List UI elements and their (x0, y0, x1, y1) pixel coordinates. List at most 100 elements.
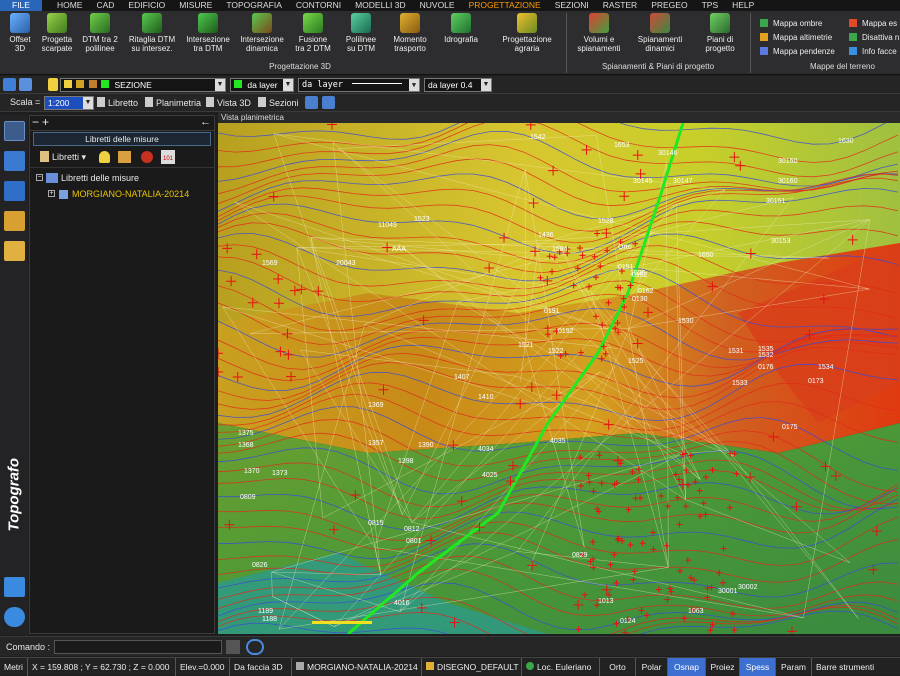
target-icon[interactable] (141, 151, 153, 163)
counter-101-icon[interactable]: 101 (161, 150, 175, 164)
lineweight-select[interactable]: da layer 0.4 ▼ (424, 78, 492, 92)
barre-strumenti-button[interactable]: Barre strumenti (812, 658, 900, 676)
layer-state-icon[interactable] (19, 78, 32, 91)
chevron-down-icon: ▼ (215, 79, 225, 91)
intersezione-tra-dtm-button[interactable]: Intersezionetra DTM (182, 13, 234, 53)
menu-raster[interactable]: RASTER (596, 0, 644, 11)
menu-cad[interactable]: CAD (89, 0, 121, 11)
intersezione-dinamica-button[interactable]: Intersezionedinamica (236, 13, 288, 53)
color-select[interactable]: da layer ▼ (230, 78, 294, 92)
terrain-map[interactable]: 1542301501630165330146301473014530151301… (218, 123, 900, 634)
menu-sezioni[interactable]: SEZIONI (548, 0, 596, 11)
lightbulb-icon[interactable] (48, 78, 58, 91)
panel-add-button[interactable]: + (42, 116, 49, 129)
globe-icon (526, 662, 534, 670)
menu-pregeo[interactable]: PREGEO (644, 0, 694, 11)
blocks-panel-icon[interactable] (4, 241, 25, 261)
piani-icon (710, 13, 730, 33)
tree-expander-icon[interactable]: + (48, 190, 55, 197)
tile-vertical-icon[interactable] (305, 96, 318, 109)
layers-panel-icon[interactable] (4, 181, 25, 201)
lightbulb-icon[interactable] (99, 151, 110, 163)
point-label: 1584 (552, 246, 568, 253)
point-label: 1630 (838, 138, 854, 145)
libretti-dropdown-button[interactable]: Libretti ▾ (40, 151, 86, 163)
brand-label: Topografo (6, 460, 23, 532)
sezioni-icon (258, 97, 266, 107)
tree-child-item[interactable]: + MORGIANO-NATALIA-20214 (30, 187, 214, 203)
point-label: 1410 (478, 394, 494, 401)
point-label: 1533 (732, 380, 748, 387)
osnap-toggle[interactable]: Osnap (668, 658, 706, 676)
da-faccia-3d-status[interactable]: Da faccia 3D (230, 658, 292, 676)
units-status[interactable]: Metri (0, 658, 28, 676)
polar-toggle[interactable]: Polar (636, 658, 668, 676)
panel-collapse-button[interactable]: − (32, 116, 39, 129)
piani-di-progetto-button[interactable]: Piani diprogetto (694, 13, 746, 53)
tile-horizontal-icon[interactable] (322, 96, 335, 109)
command-input[interactable] (54, 640, 222, 654)
menu-contorni[interactable]: CONTORNI (289, 0, 348, 11)
mappa-esposizione-item[interactable]: Mappa es (849, 19, 897, 28)
tree-expander-icon[interactable]: − (36, 174, 43, 181)
info-facce-item[interactable]: Info facce (849, 47, 897, 56)
idrografia-button[interactable]: Idrografia (435, 13, 487, 44)
libretti-panel-icon[interactable] (4, 121, 25, 141)
properties-panel-icon[interactable] (4, 151, 25, 171)
orto-toggle[interactable]: Orto (600, 658, 636, 676)
menu-nuvole[interactable]: NUVOLE (413, 0, 462, 11)
momento-trasporto-button[interactable]: Momentotrasporto (384, 13, 436, 53)
layers-icon[interactable] (3, 78, 16, 91)
settings-gear-icon[interactable] (4, 607, 25, 627)
spess-toggle[interactable]: Spess (740, 658, 776, 676)
point-label: 0124 (620, 618, 636, 625)
menu-file[interactable]: FILE (0, 0, 42, 11)
vista-3d-button[interactable]: Vista 3D (206, 97, 251, 108)
proiez-toggle[interactable]: Proiez (706, 658, 740, 676)
planimetria-icon (145, 97, 153, 107)
disattiva-item[interactable]: Disattiva n (849, 33, 899, 42)
survey-status[interactable]: MORGIANO-NATALIA-20214 (292, 658, 422, 676)
param-toggle[interactable]: Param (776, 658, 812, 676)
dtm-tra-2-polilinee-button[interactable]: DTM tra 2polilinee (74, 13, 126, 53)
menu-progettazione[interactable]: PROGETTAZIONE (462, 0, 548, 11)
menu-tps[interactable]: TPS (695, 0, 726, 11)
menu-misure[interactable]: MISURE (172, 0, 219, 11)
undo-icon[interactable] (246, 639, 264, 655)
mappa-pendenze-item[interactable]: Mappa pendenze (760, 47, 835, 56)
styles-panel-icon[interactable] (4, 211, 25, 231)
point-label: 1373 (272, 470, 288, 477)
menu-help[interactable]: HELP (725, 0, 761, 11)
command-history-icon[interactable] (226, 640, 240, 654)
spianamenti-dinamici-button[interactable]: Spianamentidinamici (632, 13, 688, 53)
loc-euleriano-status[interactable]: Loc. Euleriano (522, 658, 600, 676)
linetype-select[interactable]: da layer ▼ (298, 78, 420, 92)
ritaglia-dtm-button[interactable]: Ritaglia DTMsu intersez. (126, 13, 178, 53)
point-label: 4025 (482, 472, 498, 479)
menu-edificio[interactable]: EDIFICIO (121, 0, 172, 11)
fusione-dtm-button[interactable]: Fusionetra 2 DTM (287, 13, 339, 53)
progettazione-agraria-button[interactable]: Progettazioneagraria (497, 13, 557, 53)
menu-modelli-3d[interactable]: MODELLI 3D (348, 0, 413, 11)
chevron-down-icon: ▼ (83, 97, 93, 109)
building-icon[interactable] (118, 151, 131, 163)
mappa-altimetrie-item[interactable]: Mappa altimetrie (760, 33, 832, 42)
filter-icon[interactable] (4, 577, 25, 597)
volumi-spianamenti-button[interactable]: Volumi espianamenti (571, 13, 627, 53)
elevation-status[interactable]: Elev.=0.000 (176, 658, 230, 676)
scale-select[interactable]: 1:200 ▼ (44, 96, 94, 110)
point-label: 30147 (673, 178, 693, 185)
menu-home[interactable]: HOME (50, 0, 90, 11)
plan-view[interactable]: Vista planimetrica 154230150163016533014… (218, 112, 900, 634)
sezioni-button[interactable]: Sezioni (258, 97, 299, 108)
point-label: 0162 (638, 288, 654, 295)
libretto-button[interactable]: Libretto (97, 97, 138, 108)
panel-back-button[interactable]: ← (200, 116, 211, 129)
planimetria-button[interactable]: Planimetria (145, 97, 201, 108)
layer-select[interactable]: SEZIONE ▼ (60, 78, 226, 92)
tree-root-item[interactable]: − Libretti delle misure (30, 171, 214, 187)
mappa-ombre-item[interactable]: Mappa ombre (760, 19, 822, 28)
polilinee-su-dtm-button[interactable]: Polilineesu DTM (335, 13, 387, 53)
menu-topografia[interactable]: TOPOGRAFIA (219, 0, 289, 11)
drawing-status[interactable]: DISEGNO_DEFAULT (422, 658, 522, 676)
